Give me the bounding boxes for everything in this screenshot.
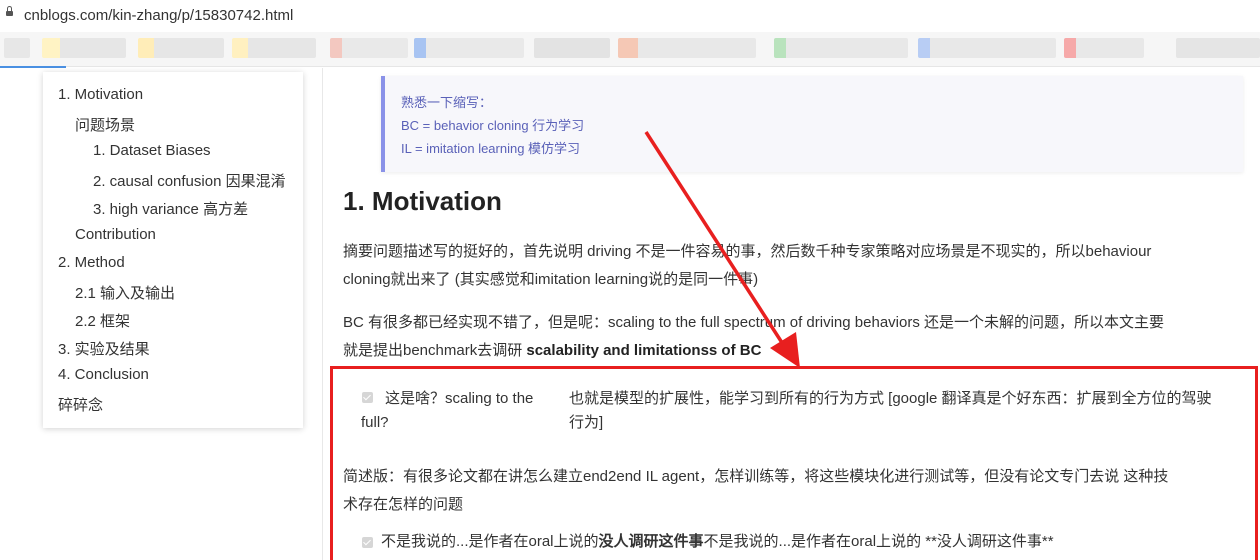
arrow-shaft xyxy=(644,131,790,353)
arrow-head xyxy=(770,332,800,368)
annotation-arrow-icon xyxy=(644,131,800,368)
